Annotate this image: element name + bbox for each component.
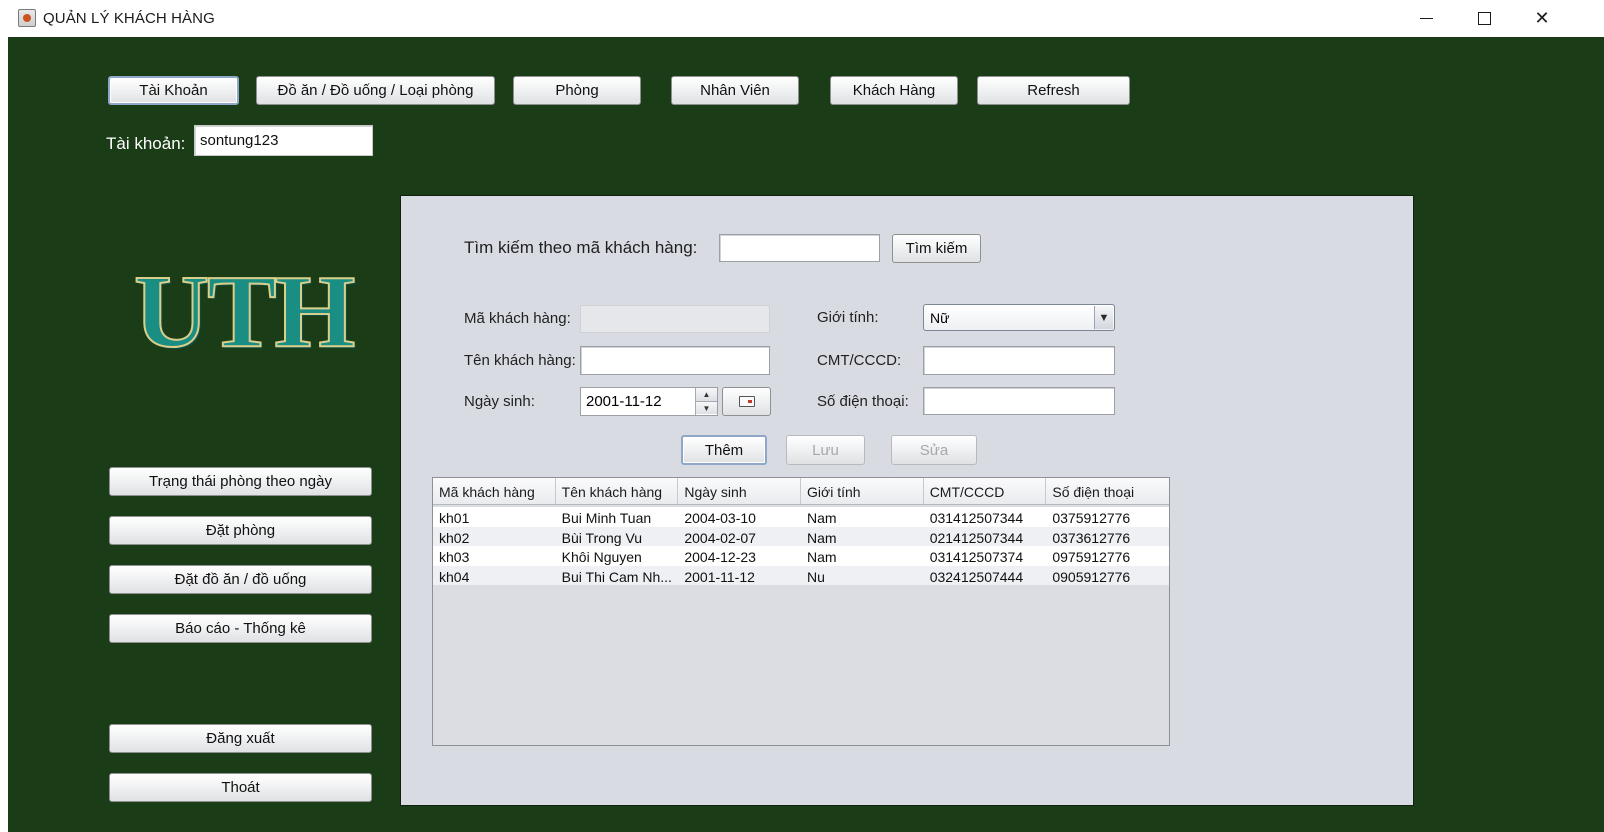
dob-spinner[interactable]: 2001-11-12 ▲ ▼	[580, 387, 718, 416]
id-card-label: CMT/CCCD:	[817, 352, 902, 369]
table-cell: 0375912776	[1052, 510, 1131, 526]
logo-text: UTH	[134, 262, 356, 362]
dropdown-arrow-icon[interactable]: ▼	[1094, 306, 1113, 329]
table-cell: kh02	[439, 529, 470, 546]
nav-refresh-button[interactable]: Refresh	[977, 76, 1130, 105]
customer-id-field	[580, 305, 770, 333]
customer-table[interactable]: Mã khách hàng Tên khách hàng Ngày sinh G…	[432, 477, 1170, 746]
exit-button[interactable]: Thoát	[109, 773, 372, 802]
sidebar-room-status-button[interactable]: Trạng thái phòng theo ngày	[109, 467, 372, 496]
date-picker-button[interactable]	[722, 387, 771, 416]
spin-up-arrow-icon[interactable]: ▲	[696, 388, 717, 401]
column-header-gender[interactable]: Giới tính	[801, 478, 924, 504]
nav-room-button[interactable]: Phòng	[513, 76, 641, 105]
table-row[interactable]: kh02 Bùi Trong Vu 2004-02-07 Nam 0214125…	[433, 526, 1169, 546]
nav-food-drink-roomtype-button[interactable]: Đồ ăn / Đồ uống / Loại phòng	[256, 76, 495, 105]
sidebar-book-room-button[interactable]: Đặt phòng	[109, 516, 372, 545]
dob-value[interactable]: 2001-11-12	[586, 393, 662, 410]
nav-employee-button[interactable]: Nhân Viên	[671, 76, 799, 105]
table-row[interactable]: kh04 Bui Thi Cam Nh... 2001-11-12 Nu 032…	[433, 565, 1169, 585]
title-bar: QUẢN LÝ KHÁCH HÀNG ✕	[8, 0, 1604, 37]
gender-select[interactable]: Nữ ▼	[923, 304, 1115, 331]
java-app-icon	[18, 9, 36, 27]
account-field[interactable]: sontung123	[194, 125, 373, 156]
table-cell: Nam	[807, 529, 837, 546]
column-header-id-card[interactable]: CMT/CCCD	[924, 478, 1047, 504]
customer-name-field[interactable]	[580, 346, 770, 375]
nav-account-button[interactable]: Tài Khoản	[108, 76, 239, 105]
dob-label: Ngày sinh:	[464, 393, 535, 410]
edit-button[interactable]: Sửa	[891, 435, 977, 465]
column-header-dob[interactable]: Ngày sinh	[678, 478, 802, 504]
table-cell: 2004-03-10	[684, 510, 756, 526]
account-label: Tài khoản:	[106, 134, 186, 153]
phone-field[interactable]	[923, 387, 1115, 415]
minimize-icon	[1419, 17, 1433, 20]
gender-label: Giới tính:	[817, 309, 879, 326]
spin-down-arrow-icon[interactable]: ▼	[696, 401, 717, 414]
phone-label: Số điện thoại:	[817, 393, 909, 410]
table-cell: Nam	[807, 510, 837, 526]
window-title: QUẢN LÝ KHÁCH HÀNG	[43, 10, 215, 27]
table-cell: Bùi Trong Vu	[561, 529, 643, 546]
table-cell: Khôi Nguyen	[561, 549, 642, 565]
column-header-customer-name[interactable]: Tên khách hàng	[556, 478, 679, 504]
table-row[interactable]: kh03 Khôi Nguyen 2004-12-23 Nam 03141250…	[433, 546, 1169, 566]
uth-logo: UTH	[134, 262, 374, 362]
minimize-button[interactable]	[1397, 0, 1455, 37]
table-header: Mã khách hàng Tên khách hàng Ngày sinh G…	[433, 478, 1169, 505]
close-icon: ✕	[1534, 8, 1550, 28]
add-button[interactable]: Thêm	[681, 435, 767, 465]
table-cell: 021412507344	[929, 529, 1024, 546]
table-cell: Bui Minh Tuan	[561, 510, 652, 526]
customer-name-label: Tên khách hàng:	[464, 352, 576, 369]
column-header-customer-id[interactable]: Mã khách hàng	[433, 478, 556, 504]
table-cell: 031412507374	[929, 549, 1024, 565]
id-card-field[interactable]	[923, 346, 1115, 375]
table-cell: 032412507444	[929, 568, 1024, 585]
search-button[interactable]: Tìm kiếm	[892, 234, 981, 263]
table-cell: 2001-11-12	[684, 568, 755, 585]
table-cell: 2004-02-07	[684, 529, 756, 546]
search-input[interactable]	[719, 234, 880, 262]
table-cell: Bui Thi Cam Nh...	[561, 568, 672, 585]
app-window: QUẢN LÝ KHÁCH HÀNG ✕ Tài Khoản Đồ ăn / Đ…	[8, 0, 1604, 832]
logout-button[interactable]: Đăng xuất	[109, 724, 372, 753]
nav-customer-button[interactable]: Khách Hàng	[830, 76, 958, 105]
maximize-button[interactable]	[1455, 0, 1513, 37]
table-cell: 2004-12-23	[684, 549, 756, 565]
calendar-icon	[738, 396, 755, 407]
maximize-icon	[1477, 12, 1491, 25]
table-cell: Nam	[807, 549, 837, 565]
table-cell: kh03	[439, 549, 470, 565]
dob-spin-buttons: ▲ ▼	[695, 388, 717, 415]
table-cell: 0905912776	[1052, 568, 1131, 585]
table-cell: kh04	[439, 568, 470, 585]
table-cell: 031412507344	[929, 510, 1024, 526]
customer-panel: Tìm kiếm theo mã khách hàng: Tìm kiếm Mã…	[400, 195, 1414, 806]
table-cell: kh01	[439, 510, 470, 526]
column-header-phone[interactable]: Số điện thoại	[1046, 478, 1169, 504]
customer-id-label: Mã khách hàng:	[464, 310, 571, 327]
sidebar-order-food-button[interactable]: Đặt đồ ăn / đồ uống	[109, 565, 372, 594]
gender-selected-value: Nữ	[930, 309, 950, 326]
table-cell: Nu	[807, 568, 825, 585]
sidebar-report-button[interactable]: Báo cáo - Thống kê	[109, 614, 372, 643]
table-cell: 0975912776	[1052, 549, 1131, 565]
save-button[interactable]: Lưu	[786, 435, 865, 465]
table-cell: 0373612776	[1052, 529, 1131, 546]
table-row[interactable]: kh01 Bui Minh Tuan 2004-03-10 Nam 031412…	[433, 507, 1169, 527]
close-button[interactable]: ✕	[1513, 0, 1571, 37]
search-label: Tìm kiếm theo mã khách hàng:	[464, 238, 698, 257]
